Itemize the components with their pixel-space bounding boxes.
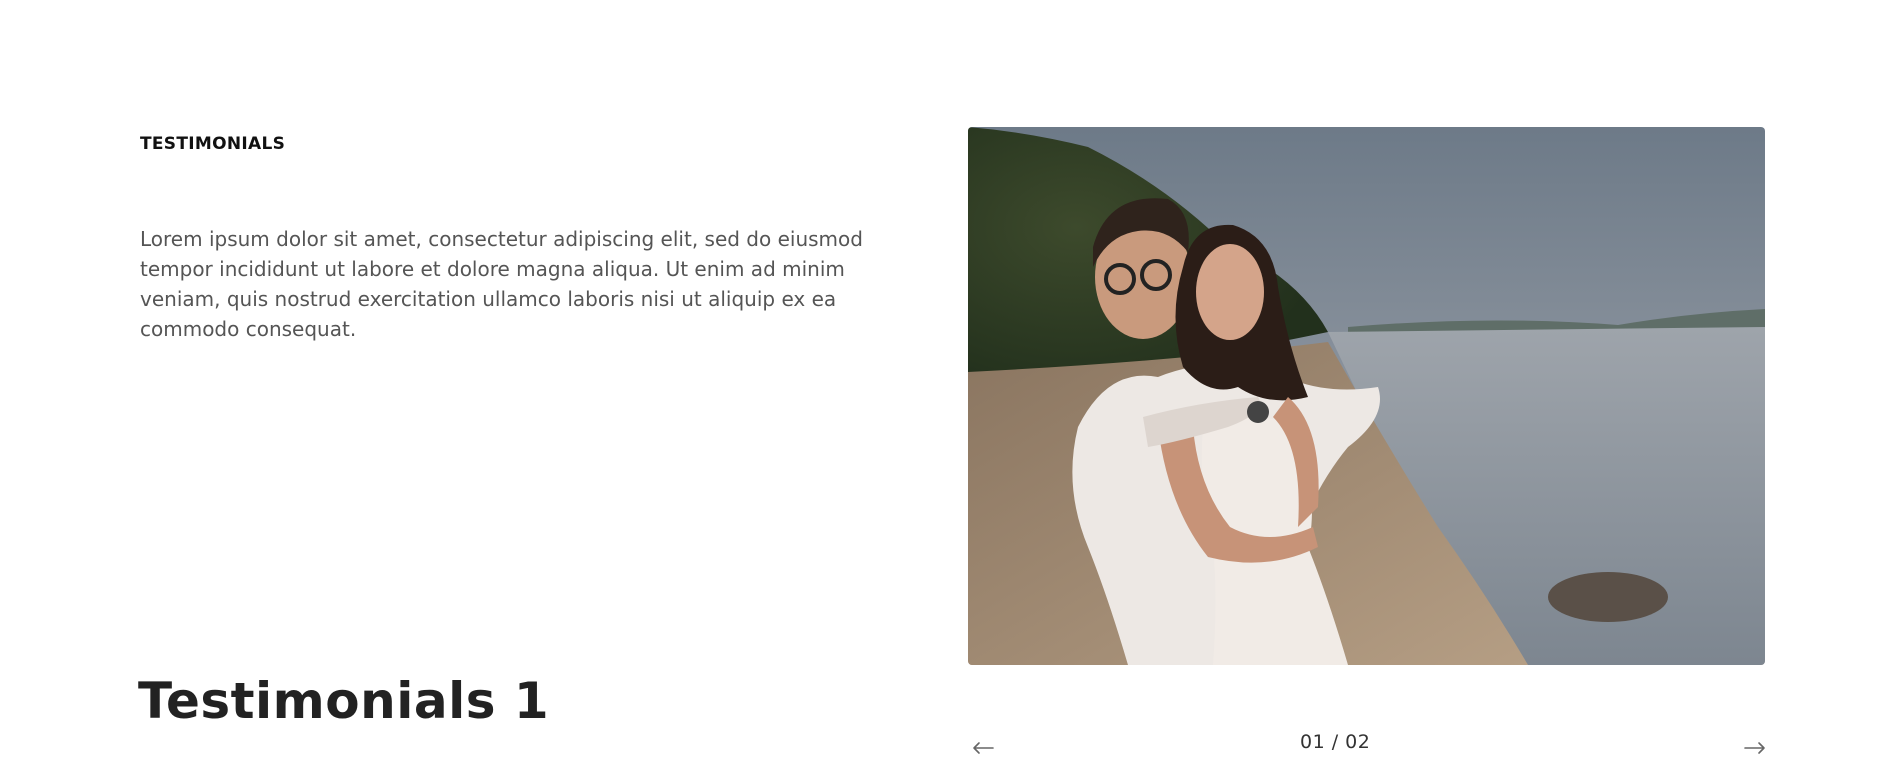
slide-counter: 01 / 02	[1300, 731, 1371, 753]
arrow-right-icon	[1744, 742, 1765, 754]
previous-slide-button[interactable]	[970, 736, 996, 760]
testimonial-title: Testimonials 1	[138, 672, 550, 730]
section-description: Lorem ipsum dolor sit amet, consectetur …	[140, 227, 863, 341]
testimonials-section: TESTIMONIALS Lorem ipsum dolor sit amet,…	[0, 0, 1887, 765]
testimonial-photo	[968, 127, 1765, 665]
arrow-left-icon	[973, 742, 994, 754]
next-slide-button[interactable]	[1742, 736, 1768, 760]
couple-photo-illustration	[968, 127, 1765, 665]
section-eyebrow: TESTIMONIALS	[140, 134, 286, 154]
